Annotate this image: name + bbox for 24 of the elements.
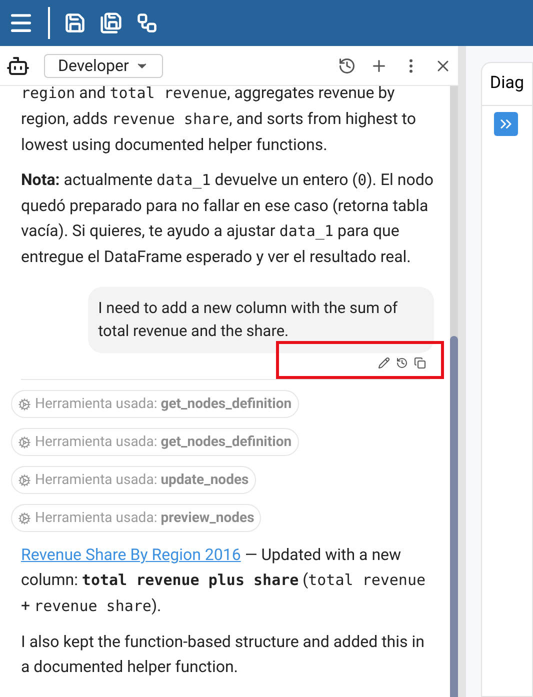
- message-text: I also kept the function-based structure and added this in a documented helper function.: [21, 631, 426, 678]
- message-text: Revenue Share By Region 2016 — Updated with a new column: total revenue plus share (total revenue + revenue share).: [21, 544, 427, 617]
- gears-icon: [18, 436, 31, 448]
- mode-dropdown[interactable]: Developer: [44, 54, 163, 78]
- user-message: I need to add a new column with the sum of total revenue and the share.: [88, 287, 434, 353]
- panel-title: Diag: [482, 63, 532, 106]
- save-icon[interactable]: [64, 12, 86, 34]
- save-all-icon[interactable]: [100, 12, 122, 34]
- expand-button[interactable]: [494, 112, 518, 136]
- copy-icon[interactable]: [414, 357, 426, 369]
- gears-icon: [18, 474, 31, 486]
- scrollbar-thumb[interactable]: [450, 336, 458, 697]
- message-text: Nota: actualmente data_1 devuelve un entero (0). El nodo quedó preparado para no fallar en ese caso (retorna tabla vacía). Si quieres, te ayudo a ajustar data_1 para que entregue el DataFrame esperado y ver el resultado real.: [21, 169, 435, 268]
- tool-label: Herramienta usada: preview_nodes: [35, 508, 254, 528]
- retry-icon[interactable]: [396, 357, 408, 369]
- tool-label: Herramienta usada: get_nodes_definition: [35, 394, 292, 414]
- gears-icon: [18, 398, 31, 410]
- message-text: region and total revenue, aggregates revenue by region, adds revenue share, and sorts from highest to lowest using documented helper functions.: [21, 82, 417, 156]
- tool-label: Herramienta usada: update_nodes: [35, 470, 249, 490]
- tool-label: Herramienta usada: get_nodes_definition: [35, 432, 292, 452]
- gears-icon: [18, 512, 31, 524]
- history-icon[interactable]: [338, 56, 356, 74]
- edit-icon[interactable]: [378, 357, 390, 369]
- diagram-icon[interactable]: [136, 12, 158, 34]
